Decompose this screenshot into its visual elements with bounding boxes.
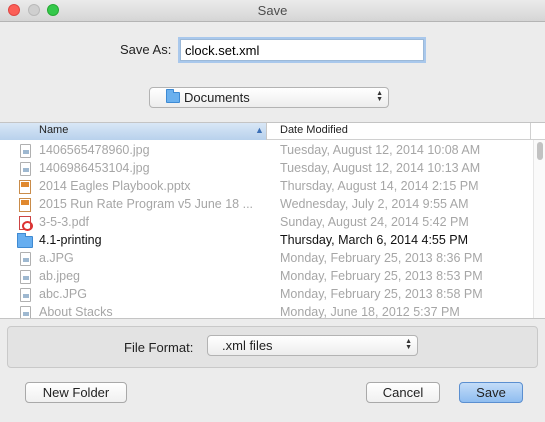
- file-row[interactable]: 3-5-3.pdf Sunday, August 24, 2014 5:42 PM: [0, 214, 533, 232]
- file-row[interactable]: About Stacks Monday, June 18, 2012 5:37 P…: [0, 304, 533, 319]
- file-format-label: File Format:: [124, 340, 194, 355]
- file-date-modified: Tuesday, August 12, 2014 10:08 AM: [280, 143, 481, 157]
- window-title: Save: [257, 3, 288, 18]
- image-file-icon: [20, 252, 31, 266]
- column-headers: Name ▲ Date Modified: [0, 123, 545, 140]
- file-name: abc.JPG: [39, 287, 87, 301]
- file-date-modified: Monday, February 25, 2013 8:36 PM: [280, 251, 483, 265]
- document-file-icon: [20, 306, 31, 318]
- file-row[interactable]: abc.JPG Monday, February 25, 2013 8:58 PM: [0, 286, 533, 304]
- file-format-popup[interactable]: .xml files ▲ ▼: [207, 335, 418, 356]
- file-name: 2015 Run Rate Program v5 June 18 ...: [39, 197, 254, 211]
- file-date-modified: Monday, February 25, 2013 8:53 PM: [280, 269, 483, 283]
- file-name: 2014 Eagles Playbook.pptx: [39, 179, 191, 193]
- file-format-value: .xml files: [222, 338, 273, 353]
- file-name: 3-5-3.pdf: [39, 215, 90, 229]
- file-name: a.JPG: [39, 251, 74, 265]
- file-date-modified: Monday, February 25, 2013 8:58 PM: [280, 287, 483, 301]
- file-date-modified: Thursday, March 6, 2014 4:55 PM: [280, 233, 469, 247]
- column-name-label: Name: [39, 124, 69, 136]
- image-file-icon: [20, 144, 31, 158]
- vertical-scrollbar[interactable]: [533, 140, 545, 318]
- pdf-file-icon: [19, 216, 33, 231]
- file-name: About Stacks: [39, 305, 113, 319]
- folder-icon: [17, 233, 33, 248]
- location-popup[interactable]: Documents ▲ ▼: [149, 87, 389, 108]
- image-file-icon: [20, 162, 31, 176]
- image-file-icon: [20, 270, 31, 284]
- file-date-modified: Sunday, August 24, 2014 5:42 PM: [280, 215, 469, 229]
- file-date-modified: Tuesday, August 12, 2014 10:13 AM: [280, 161, 481, 175]
- file-format-panel: File Format: .xml files ▲ ▼: [7, 326, 538, 368]
- powerpoint-file-icon: [19, 180, 31, 194]
- scrollbar-thumb[interactable]: [537, 142, 543, 160]
- updown-arrows-icon: ▲ ▼: [376, 90, 383, 103]
- powerpoint-file-icon: [19, 198, 31, 212]
- file-date-modified: Monday, June 18, 2012 5:37 PM: [280, 305, 460, 319]
- save-as-label: Save As:: [120, 42, 172, 57]
- file-name: ab.jpeg: [39, 269, 81, 283]
- cancel-button[interactable]: Cancel: [366, 382, 440, 403]
- file-list[interactable]: Name ▲ Date Modified 1406565478960.jpg Tu…: [0, 122, 545, 319]
- title-bar: Save: [0, 0, 545, 22]
- file-row[interactable]: 1406565478960.jpg Tuesday, August 12, 201…: [0, 142, 533, 160]
- file-row[interactable]: 1406986453104.jpg Tuesday, August 12, 201…: [0, 160, 533, 178]
- location-label: Documents: [184, 90, 250, 105]
- column-divider: [530, 123, 531, 140]
- file-row[interactable]: 2014 Eagles Playbook.pptx Thursday, Augus…: [0, 178, 533, 196]
- file-date-modified: Thursday, August 14, 2014 2:15 PM: [280, 179, 479, 193]
- file-row[interactable]: 2015 Run Rate Program v5 June 18 ... Wedn…: [0, 196, 533, 214]
- file-row[interactable]: a.JPG Monday, February 25, 2013 8:36 PM: [0, 250, 533, 268]
- column-header-date-modified[interactable]: Date Modified: [280, 124, 348, 136]
- folder-icon: [166, 89, 180, 103]
- save-as-field[interactable]: [180, 39, 424, 61]
- save-button[interactable]: Save: [459, 382, 523, 403]
- new-folder-button[interactable]: New Folder: [25, 382, 127, 403]
- sort-ascending-icon: ▲: [255, 125, 264, 135]
- file-name: 1406565478960.jpg: [39, 143, 150, 157]
- column-header-name[interactable]: Name ▲: [0, 123, 267, 140]
- file-row[interactable]: ab.jpeg Monday, February 25, 2013 8:53 PM: [0, 268, 533, 286]
- file-row[interactable]: 4.1-printing Thursday, March 6, 2014 4:55…: [0, 232, 533, 250]
- file-name: 4.1-printing: [39, 233, 102, 247]
- file-date-modified: Wednesday, July 2, 2014 9:55 AM: [280, 197, 469, 211]
- updown-arrows-icon: ▲ ▼: [405, 338, 412, 351]
- image-file-icon: [20, 288, 31, 302]
- file-name: 1406986453104.jpg: [39, 161, 150, 175]
